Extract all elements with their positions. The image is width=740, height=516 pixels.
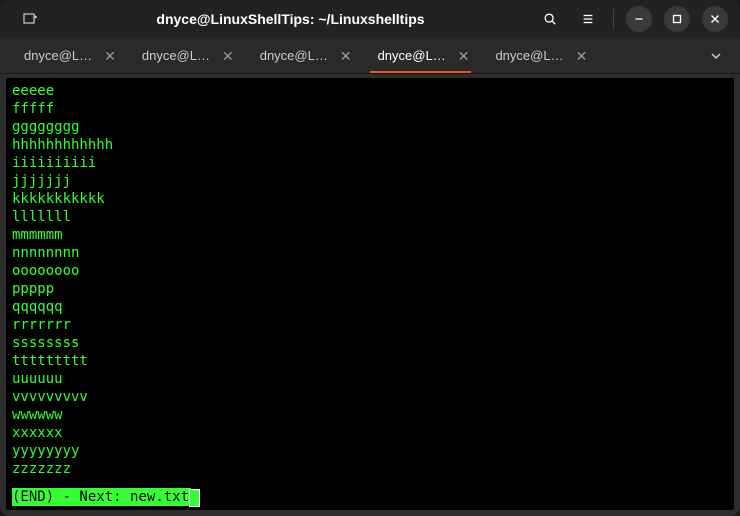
terminal-line: hhhhhhhhhhhh xyxy=(12,136,728,154)
tab-2[interactable]: dnyce@L… ✕ xyxy=(244,38,362,73)
search-icon xyxy=(543,12,557,26)
maximize-button[interactable] xyxy=(664,6,690,32)
terminal-line: uuuuuu xyxy=(12,370,728,388)
terminal-line: vvvvvvvvv xyxy=(12,388,728,406)
tab-close-icon[interactable]: ✕ xyxy=(340,49,352,63)
tab-label: dnyce@L… xyxy=(495,48,563,63)
terminal-line: ppppp xyxy=(12,280,728,298)
minimize-icon xyxy=(632,12,646,26)
titlebar-divider xyxy=(613,9,614,29)
close-icon xyxy=(708,12,722,26)
tab-dropdown-button[interactable] xyxy=(700,38,732,73)
tab-1[interactable]: dnyce@L… ✕ xyxy=(126,38,244,73)
tab-0[interactable]: dnyce@L… ✕ xyxy=(8,38,126,73)
terminal-line: wwwwww xyxy=(12,406,728,424)
terminal-line: lllllll xyxy=(12,208,728,226)
new-tab-button[interactable] xyxy=(16,5,44,33)
terminal-window: dnyce@LinuxShellTips: ~/Linuxshelltips d… xyxy=(0,0,740,516)
close-button[interactable] xyxy=(702,6,728,32)
cursor xyxy=(190,490,199,506)
maximize-icon xyxy=(670,12,684,26)
terminal-line: zzzzzzz xyxy=(12,460,728,478)
hamburger-icon xyxy=(581,12,595,26)
tab-close-icon[interactable]: ✕ xyxy=(222,49,234,63)
terminal-line: fffff xyxy=(12,100,728,118)
menu-button[interactable] xyxy=(575,6,601,32)
minimize-button[interactable] xyxy=(626,6,652,32)
titlebar: dnyce@LinuxShellTips: ~/Linuxshelltips xyxy=(0,0,740,38)
tab-close-icon[interactable]: ✕ xyxy=(104,49,116,63)
terminal-line: oooooooo xyxy=(12,262,728,280)
terminal-line: ttttttttt xyxy=(12,352,728,370)
tab-4[interactable]: dnyce@L… ✕ xyxy=(479,38,597,73)
terminal-line: mmmmmm xyxy=(12,226,728,244)
tab-3[interactable]: dnyce@L… ✕ xyxy=(362,38,480,73)
terminal-line: eeeee xyxy=(12,82,728,100)
terminal-line: qqqqqq xyxy=(12,298,728,316)
new-tab-icon xyxy=(22,11,38,27)
terminal-viewport[interactable]: eeeee fffff gggggggg hhhhhhhhhhhh iiiiii… xyxy=(6,78,734,510)
search-button[interactable] xyxy=(537,6,563,32)
titlebar-right xyxy=(537,6,732,32)
tab-label: dnyce@L… xyxy=(260,48,328,63)
window-title: dnyce@LinuxShellTips: ~/Linuxshelltips xyxy=(50,11,531,27)
terminal-line: yyyyyyyy xyxy=(12,442,728,460)
chevron-down-icon xyxy=(710,50,722,62)
pager-status-wrap: (END) - Next: new.txt xyxy=(12,488,199,506)
titlebar-left xyxy=(8,5,44,33)
pager-status: (END) - Next: new.txt xyxy=(12,488,191,506)
tab-label: dnyce@L… xyxy=(24,48,92,63)
tabbar: dnyce@L… ✕ dnyce@L… ✕ dnyce@L… ✕ dnyce@L… xyxy=(0,38,740,74)
terminal-line: nnnnnnnn xyxy=(12,244,728,262)
terminal-line: kkkkkkkkkkk xyxy=(12,190,728,208)
terminal-line: ssssssss xyxy=(12,334,728,352)
terminal-line: gggggggg xyxy=(12,118,728,136)
terminal-line: iiiiiiiiii xyxy=(12,154,728,172)
terminal-line: jjjjjjj xyxy=(12,172,728,190)
terminal-line: xxxxxx xyxy=(12,424,728,442)
terminal-line: rrrrrrr xyxy=(12,316,728,334)
tab-label: dnyce@L… xyxy=(142,48,210,63)
tab-label: dnyce@L… xyxy=(378,48,446,63)
tab-close-icon[interactable]: ✕ xyxy=(458,49,470,63)
tab-close-icon[interactable]: ✕ xyxy=(576,49,588,63)
